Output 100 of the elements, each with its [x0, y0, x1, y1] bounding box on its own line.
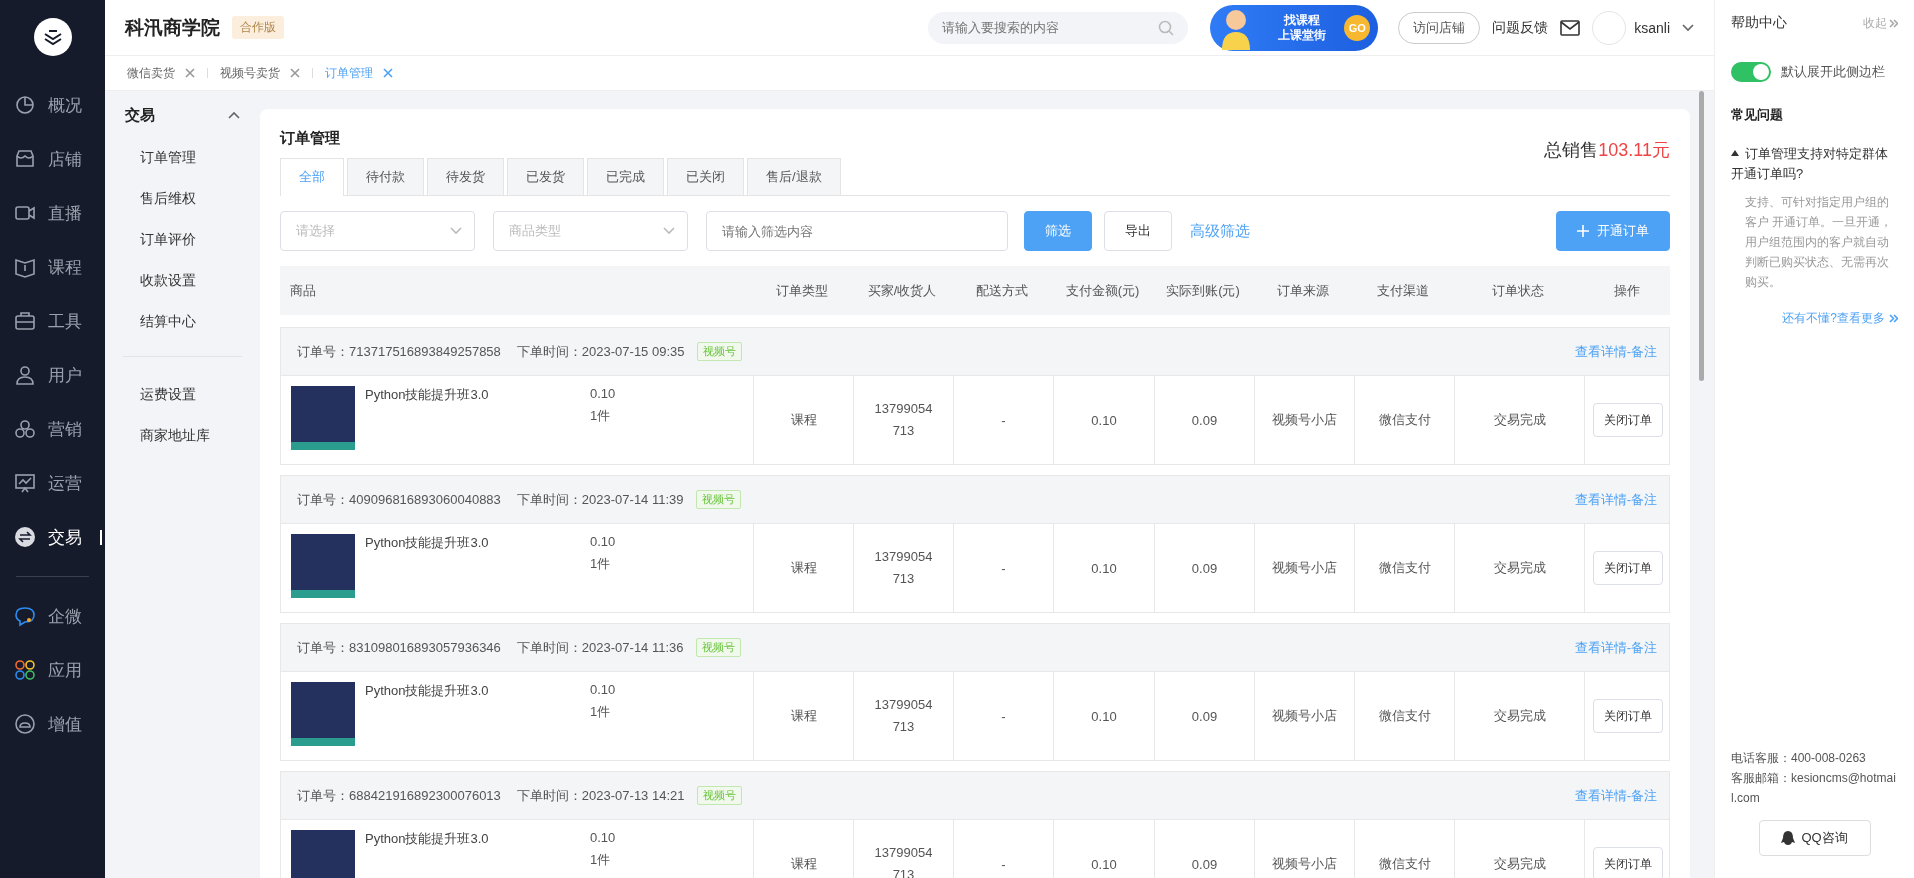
avatar-circle[interactable]: [1592, 10, 1627, 45]
order-status: 交易完成: [1493, 411, 1546, 429]
column-header: 实际到账(元): [1165, 281, 1241, 300]
column-header: 支付渠道: [1376, 281, 1430, 300]
buyer-phone: 13799054713: [873, 696, 934, 736]
close-order-button[interactable]: 关闭订单: [1593, 699, 1663, 733]
nav-item[interactable]: 用户: [0, 348, 105, 402]
username[interactable]: ksanli: [1634, 19, 1670, 36]
nav-item[interactable]: 运营: [0, 456, 105, 510]
close-order-button[interactable]: 关闭订单: [1593, 847, 1663, 878]
mail-icon: [1560, 19, 1581, 36]
order-type: 课程: [790, 855, 817, 873]
order-time: 下单时间：2023-07-14 11:36: [516, 638, 684, 657]
subnav-item[interactable]: 结算中心: [105, 301, 260, 342]
nav-item[interactable]: 交易: [0, 510, 105, 564]
buyer-phone: 13799054713: [873, 400, 934, 440]
subnav-item[interactable]: 收款设置: [105, 260, 260, 301]
page-tab[interactable]: 微信卖货: [127, 64, 195, 82]
buyer-phone: 13799054713: [873, 548, 934, 588]
nav-item[interactable]: 概况: [0, 78, 105, 132]
unit-price: 0.10: [590, 681, 616, 699]
order-source: 视频号小店: [1272, 707, 1337, 725]
order-type: 课程: [790, 707, 817, 725]
order-number: 订单号：688421916892300076013: [297, 786, 501, 805]
product-thumbnail: [291, 830, 355, 878]
payment-channel: 微信支付: [1378, 855, 1431, 873]
delivery-method: -: [1001, 560, 1006, 576]
phone-text: 电话客服：400-008-0263: [1731, 750, 1867, 767]
subnav-item[interactable]: 订单管理: [105, 137, 260, 178]
status-tab[interactable]: 售后/退款: [747, 158, 841, 195]
order-status: 交易完成: [1493, 707, 1546, 725]
nav-item[interactable]: 营销: [0, 402, 105, 456]
order-type: 课程: [790, 411, 817, 429]
export-button[interactable]: 导出: [1104, 211, 1172, 251]
scrollbar-thumb[interactable]: [1699, 91, 1704, 381]
section-title: 常见问题: [1731, 106, 1784, 124]
quantity: 1件: [590, 703, 612, 721]
toggle-label: 默认展开此侧边栏: [1781, 63, 1885, 81]
order-number: 订单号：831098016893057936346: [297, 638, 501, 657]
presentation-board-icon: [14, 472, 36, 494]
column-header: 支付金额(元): [1064, 281, 1141, 300]
column-header: 订单类型: [775, 281, 829, 300]
nav-item[interactable]: 店铺: [0, 132, 105, 186]
nav-item[interactable]: 企微: [0, 589, 105, 643]
product-thumbnail: [291, 386, 355, 450]
qq-consult-button[interactable]: QQ咨询: [1758, 820, 1871, 856]
paid-amount: 0.10: [1091, 708, 1117, 724]
product-name: Python技能提升班3.0: [364, 830, 490, 848]
status-tab[interactable]: 已关闭: [667, 158, 744, 195]
logo-icon: [33, 18, 72, 56]
chevron-down-icon: [1682, 23, 1694, 32]
nav-item[interactable]: 课程: [0, 240, 105, 294]
order-time: 下单时间：2023-07-14 11:39: [516, 490, 684, 509]
received-amount: 0.09: [1191, 856, 1218, 872]
nav-item[interactable]: 应用: [0, 643, 105, 697]
payment-channel: 微信支付: [1378, 707, 1431, 725]
paid-amount: 0.10: [1091, 412, 1117, 428]
edition-badge: 合作版: [232, 16, 284, 39]
penguin-icon: [1781, 830, 1796, 846]
order-number: 订单号：713717516893849257858: [297, 342, 501, 361]
book-icon: [14, 256, 36, 278]
status-tab[interactable]: 待发货: [427, 158, 504, 195]
search-field[interactable]: 请输入要搜索的内容: [928, 11, 1189, 44]
close-order-button[interactable]: 关闭订单: [1593, 551, 1663, 585]
plus-icon: [1577, 225, 1589, 237]
nav-item[interactable]: 工具: [0, 294, 105, 348]
user-icon: [14, 364, 36, 386]
nav-item[interactable]: 直播: [0, 186, 105, 240]
filter-input[interactable]: 请输入筛选内容: [706, 211, 1008, 251]
subnav-item[interactable]: 运费设置: [105, 374, 260, 415]
subnav-item[interactable]: 商家地址库: [105, 415, 260, 456]
order-status: 交易完成: [1493, 855, 1546, 873]
order-source: 视频号小店: [1272, 411, 1337, 429]
promo-banner[interactable]: 找课程 上课堂街 GO: [1210, 4, 1379, 51]
chevron-up-icon: [228, 111, 240, 119]
product-thumbnail: [291, 534, 355, 598]
subnav-item[interactable]: 订单评价: [105, 219, 260, 260]
nav-item[interactable]: 增值: [0, 697, 105, 751]
close-order-button[interactable]: 关闭订单: [1593, 403, 1663, 437]
briefcase-icon: [14, 310, 36, 332]
close-icon: [185, 68, 195, 78]
visit-store-button[interactable]: 访问店铺: [1398, 11, 1481, 44]
toggle-switch[interactable]: [1731, 62, 1771, 82]
column-header: 订单状态: [1491, 281, 1545, 300]
banner-text: 上课堂街: [1278, 27, 1327, 43]
product-name: Python技能提升班3.0: [364, 682, 490, 700]
total-sales: 总销售103.11元: [1544, 139, 1670, 162]
site-title: 科汛商学院: [125, 15, 220, 40]
subnav-item[interactable]: 售后维权: [105, 178, 260, 219]
status-tab[interactable]: 已完成: [587, 158, 664, 195]
faq-question[interactable]: 订单管理支持对特定群体开通订单吗?: [1731, 144, 1898, 184]
three-circles-icon: [14, 418, 36, 440]
section-header[interactable]: 交易: [105, 101, 260, 129]
page-tab[interactable]: 视频号卖货: [220, 64, 300, 82]
feedback-link[interactable]: 问题反馈: [1492, 18, 1549, 37]
received-amount: 0.09: [1191, 560, 1218, 576]
status-tab[interactable]: 待付款: [347, 158, 424, 195]
column-header: 订单来源: [1276, 281, 1330, 300]
status-tab[interactable]: 已发货: [507, 158, 584, 195]
pie-chart-icon: [14, 94, 36, 116]
